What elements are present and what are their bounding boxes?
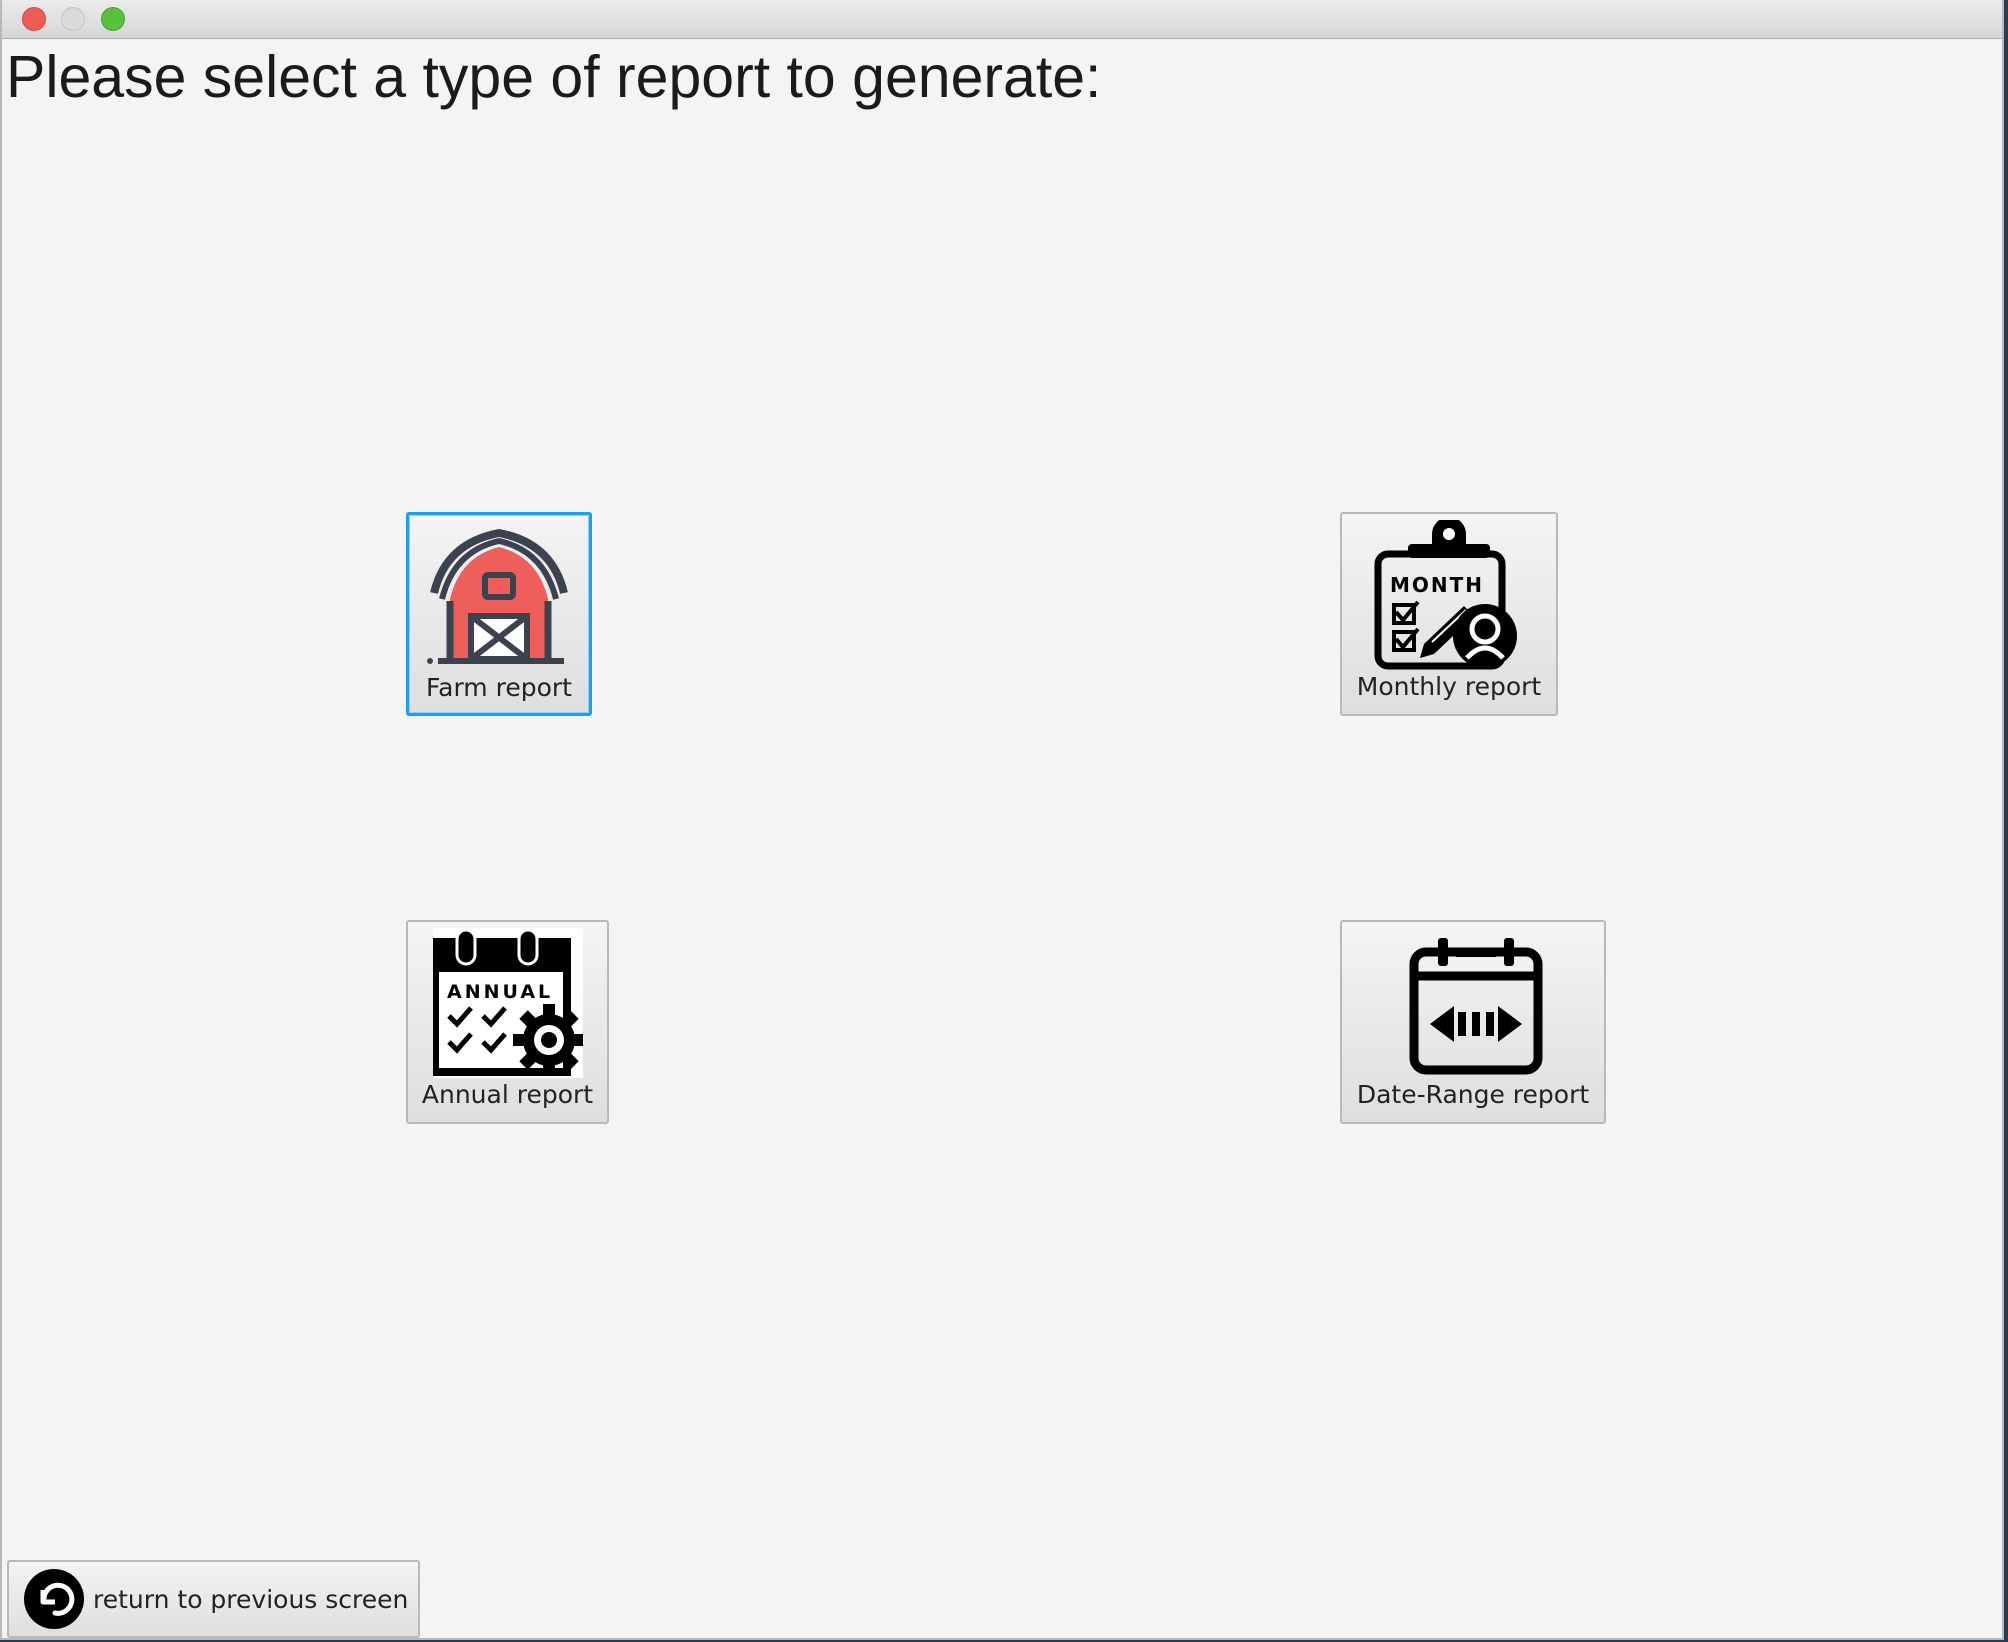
- date-range-report-button[interactable]: Date-Range report: [1340, 920, 1606, 1124]
- monthly-report-button[interactable]: MONTH Monthly report: [1340, 512, 1558, 716]
- date-range-report-label: Date-Range report: [1356, 1080, 1590, 1109]
- annual-report-label: Annual report: [421, 1080, 594, 1109]
- calendar-range-icon: [1398, 928, 1548, 1078]
- farm-report-button[interactable]: Farm report: [406, 512, 592, 716]
- maximize-window-button[interactable]: [101, 7, 125, 31]
- monthly-report-label: Monthly report: [1356, 672, 1542, 701]
- farm-report-label: Farm report: [426, 673, 572, 702]
- return-to-previous-screen-button[interactable]: return to previous screen: [7, 1560, 420, 1638]
- page-title: Please select a type of report to genera…: [6, 44, 1102, 110]
- month-clipboard-icon: MONTH: [1374, 520, 1524, 670]
- annual-report-button[interactable]: ANNUAL Annual report: [406, 920, 609, 1124]
- return-arrow-icon: [23, 1568, 85, 1630]
- minimize-window-button[interactable]: [61, 7, 85, 31]
- close-window-button[interactable]: [22, 7, 46, 31]
- annual-icon-text: ANNUAL: [447, 981, 553, 1003]
- return-to-previous-screen-label: return to previous screen: [93, 1584, 409, 1614]
- title-bar[interactable]: [2, 0, 2002, 39]
- month-icon-text: MONTH: [1390, 573, 1484, 597]
- annual-calendar-gear-icon: ANNUAL: [432, 928, 583, 1078]
- barn-icon: [424, 521, 574, 671]
- app-window: Please select a type of report to genera…: [0, 0, 2004, 1640]
